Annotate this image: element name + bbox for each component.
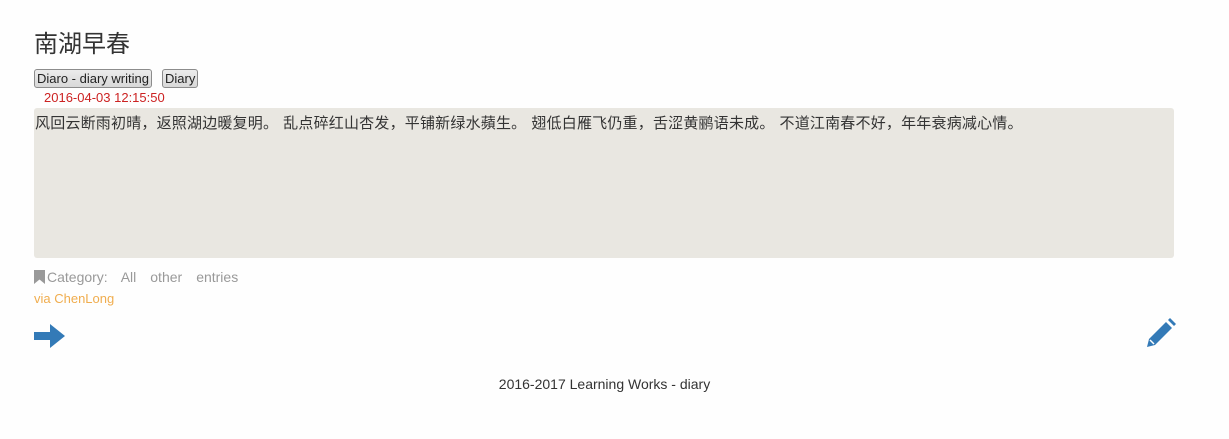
category-link-all[interactable]: All	[121, 268, 137, 286]
tag-list: Diaro - diary writing Diary	[34, 69, 199, 88]
entry-content-box: 风回云断雨初晴，返照湖边暖复明。 乱点碎红山杏发，平铺新绿水蘋生。 翅低白雁飞仍…	[34, 108, 1174, 258]
entry-timestamp: 2016-04-03 12:15:50	[44, 90, 165, 105]
entry-content: 风回云断雨初晴，返照湖边暖复明。 乱点碎红山杏发，平铺新绿水蘋生。 翅低白雁飞仍…	[35, 114, 1023, 132]
category-label: Category:	[47, 269, 108, 285]
author-credit[interactable]: via ChenLong	[34, 291, 114, 307]
diary-page: 南湖早春 Diaro - diary writing Diary 2016-04…	[0, 0, 1229, 439]
tag-diary[interactable]: Diary	[161, 69, 199, 88]
bookmark-icon	[34, 270, 45, 284]
pencil-icon[interactable]	[1144, 318, 1176, 350]
entry-title: 南湖早春	[34, 30, 130, 58]
arrow-right-icon[interactable]	[34, 324, 65, 348]
category-link-other[interactable]: other	[150, 268, 182, 286]
category-row: Category: All other entries	[34, 268, 238, 286]
footer-text: 2016-2017 Learning Works - diary	[498, 376, 711, 392]
category-link-entries[interactable]: entries	[196, 268, 238, 286]
tag-diaro[interactable]: Diaro - diary writing	[34, 69, 152, 88]
